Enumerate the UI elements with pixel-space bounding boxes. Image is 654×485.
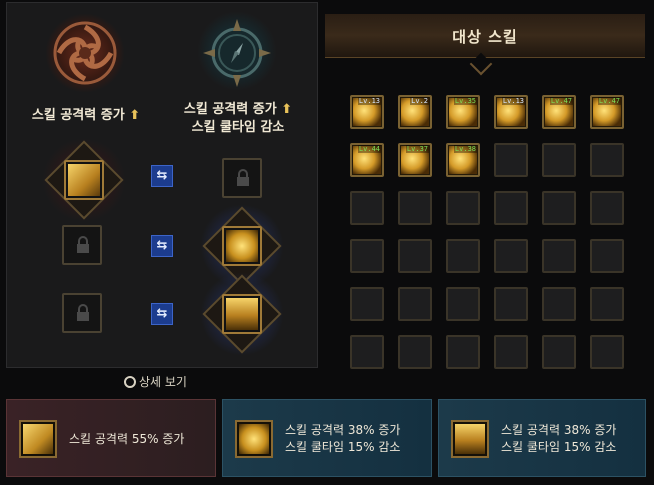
vortex-skill-icon	[226, 230, 258, 262]
detail-view-label: 상세 보기	[139, 375, 187, 389]
empty-skill-slot[interactable]	[350, 287, 384, 321]
empty-skill-slot[interactable]	[590, 191, 624, 225]
target-skill-header: 대상 스킬	[325, 14, 645, 58]
empty-skill-slot[interactable]	[542, 143, 576, 177]
effect-card-3: 스킬 공격력 38% 증가 스킬 쿨타임 15% 감소	[438, 399, 646, 477]
rune-slot-left-1[interactable]	[64, 160, 104, 200]
card-2-text-1: 스킬 공격력 38% 증가	[285, 423, 401, 437]
magnifier-icon	[124, 376, 136, 388]
skill-level-label: Lv.47	[597, 97, 621, 105]
skill-level-label: Lv.44	[357, 145, 381, 153]
empty-skill-slot[interactable]	[494, 191, 528, 225]
wave-skill-icon	[226, 298, 258, 330]
rune-slot-right-3[interactable]	[222, 294, 262, 334]
up-arrow-icon: ⬆	[281, 102, 293, 117]
empty-skill-slot[interactable]	[542, 335, 576, 369]
target-skill-title: 대상 스킬	[452, 28, 518, 46]
skill-level-label: Lv.47	[549, 97, 573, 105]
empty-skill-slot[interactable]	[494, 335, 528, 369]
empty-skill-slot[interactable]	[542, 287, 576, 321]
target-skill-slot[interactable]: Lv.47	[542, 95, 576, 129]
type-cooldown-text-2: 스킬 쿨타임 감소	[191, 120, 285, 135]
swap-icon: ⇆	[156, 168, 168, 183]
rune-slot-left-3[interactable]	[62, 293, 102, 333]
empty-skill-slot[interactable]	[350, 335, 384, 369]
swap-button-3[interactable]: ⇆	[151, 303, 173, 325]
empty-skill-slot[interactable]	[446, 239, 480, 273]
empty-skill-slot[interactable]	[446, 191, 480, 225]
rune-slot-left-2[interactable]	[62, 225, 102, 265]
cooldown-type-emblem-icon	[197, 11, 277, 91]
empty-skill-slot[interactable]	[446, 335, 480, 369]
gate-skill-icon	[19, 420, 57, 458]
gate-skill-icon	[68, 164, 100, 196]
target-skill-slot[interactable]: Lv.13	[350, 95, 384, 129]
target-skill-slot[interactable]: Lv.37	[398, 143, 432, 177]
card-3-text-1: 스킬 공격력 38% 증가	[501, 423, 617, 437]
empty-skill-slot[interactable]	[590, 287, 624, 321]
type-label-attack: 스킬 공격력 증가 ⬆	[11, 107, 161, 125]
empty-skill-slot[interactable]	[590, 239, 624, 273]
empty-skill-slot[interactable]	[542, 239, 576, 273]
rune-slot-right-2[interactable]	[222, 226, 262, 266]
skill-level-label: Lv.13	[501, 97, 525, 105]
empty-skill-slot[interactable]	[398, 239, 432, 273]
empty-skill-slot[interactable]	[398, 191, 432, 225]
attack-type-emblem-icon	[45, 13, 125, 93]
effect-card-1: 스킬 공격력 55% 증가	[6, 399, 216, 477]
wave-skill-icon	[451, 420, 489, 458]
empty-skill-slot[interactable]	[590, 143, 624, 177]
empty-skill-slot[interactable]	[398, 287, 432, 321]
target-skill-slot[interactable]: Lv.44	[350, 143, 384, 177]
type-attack-text: 스킬 공격력 증가	[31, 108, 125, 123]
skill-level-label: Lv.13	[357, 97, 381, 105]
rune-slot-right-1[interactable]	[222, 158, 262, 198]
empty-skill-slot[interactable]	[398, 335, 432, 369]
empty-skill-slot[interactable]	[350, 239, 384, 273]
empty-skill-slot[interactable]	[542, 191, 576, 225]
vortex-skill-icon	[235, 420, 273, 458]
up-arrow-icon: ⬆	[129, 108, 141, 123]
swap-icon: ⇆	[156, 306, 168, 321]
empty-skill-slot[interactable]	[494, 287, 528, 321]
empty-skill-slot[interactable]	[446, 287, 480, 321]
skill-level-label: Lv.37	[405, 145, 429, 153]
lock-icon	[237, 169, 249, 186]
empty-skill-slot[interactable]	[494, 143, 528, 177]
swap-button-2[interactable]: ⇆	[151, 235, 173, 257]
target-skill-slot[interactable]: Lv.13	[494, 95, 528, 129]
swap-button-1[interactable]: ⇆	[151, 165, 173, 187]
skill-level-label: Lv.38	[453, 145, 477, 153]
skill-level-label: Lv.2	[410, 97, 429, 105]
target-skill-slot[interactable]: Lv.2	[398, 95, 432, 129]
skill-level-label: Lv.35	[453, 97, 477, 105]
empty-skill-slot[interactable]	[494, 239, 528, 273]
empty-skill-slot[interactable]	[590, 335, 624, 369]
swap-icon: ⇆	[156, 238, 168, 253]
type-label-cooldown: 스킬 공격력 증가 ⬆ 스킬 쿨타임 감소	[163, 101, 313, 137]
card-2-text-2: 스킬 쿨타임 15% 감소	[285, 440, 401, 454]
detail-view-link[interactable]: 상세 보기	[124, 373, 187, 390]
card-1-text: 스킬 공격력 55% 증가	[69, 432, 185, 446]
type-cooldown-text-1: 스킬 공격력 증가	[183, 102, 277, 117]
target-skill-slot[interactable]: Lv.47	[590, 95, 624, 129]
lock-icon	[77, 304, 89, 321]
empty-skill-slot[interactable]	[350, 191, 384, 225]
target-skill-slot[interactable]: Lv.35	[446, 95, 480, 129]
card-3-text-2: 스킬 쿨타임 15% 감소	[501, 440, 617, 454]
target-skill-slot[interactable]: Lv.38	[446, 143, 480, 177]
effect-card-2: 스킬 공격력 38% 증가 스킬 쿨타임 15% 감소	[222, 399, 432, 477]
lock-icon	[77, 236, 89, 253]
